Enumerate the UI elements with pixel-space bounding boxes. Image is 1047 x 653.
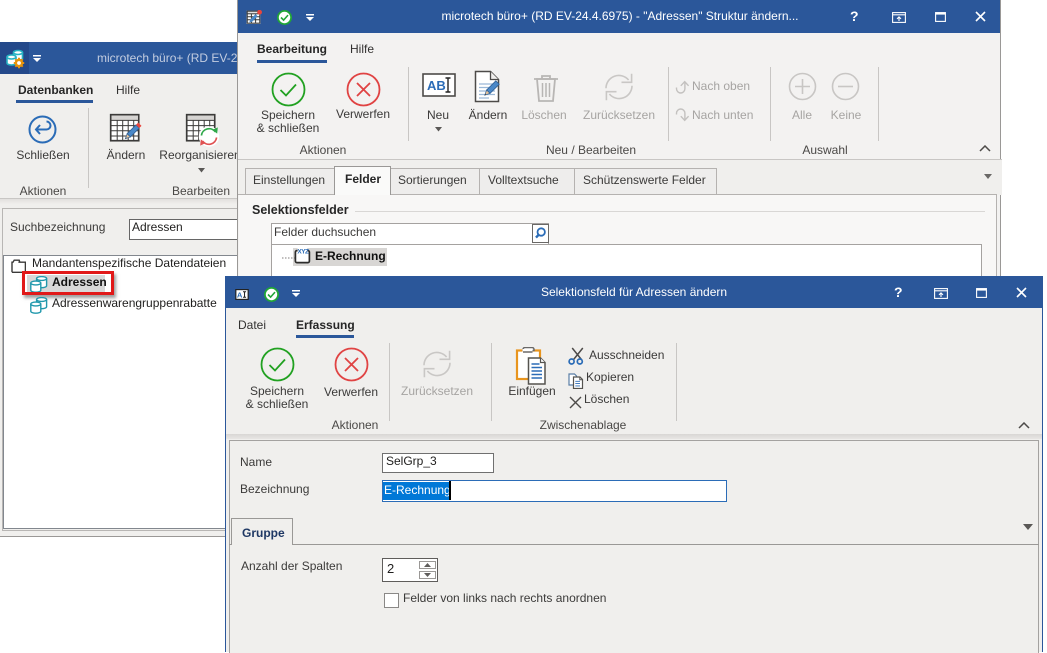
svg-text:AB: AB: [427, 78, 446, 93]
svg-text:XYZ: XYZ: [297, 249, 309, 256]
svg-text:A: A: [237, 290, 243, 299]
